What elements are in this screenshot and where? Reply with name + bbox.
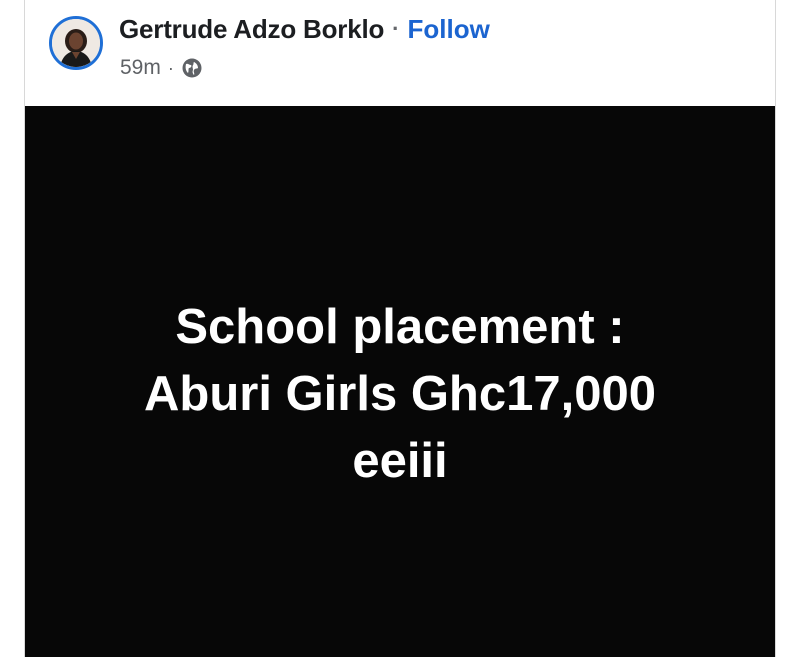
- post-image-line-3: eeiii: [352, 434, 448, 488]
- author-name[interactable]: Gertrude Adzo Borklo: [119, 14, 384, 45]
- post-meta: 59m ·: [120, 54, 203, 82]
- post-card: Gertrude Adzo Borklo · Follow 59m · Scho…: [24, 0, 776, 657]
- bottom-margin: [0, 657, 800, 672]
- author-avatar[interactable]: [49, 16, 103, 70]
- post-image-text: School placement : Aburi Girls Ghc17,000…: [144, 294, 656, 495]
- author-row: Gertrude Adzo Borklo · Follow: [119, 12, 490, 46]
- meta-separator-dot: ·: [167, 57, 174, 78]
- avatar-photo-icon: [52, 19, 100, 67]
- post-timestamp[interactable]: 59m: [120, 56, 161, 80]
- post-header: Gertrude Adzo Borklo · Follow 59m ·: [25, 0, 775, 106]
- post-image-line-2: Aburi Girls Ghc17,000: [144, 367, 656, 421]
- separator-dot: ·: [392, 16, 400, 41]
- post-image[interactable]: School placement : Aburi Girls Ghc17,000…: [25, 106, 775, 657]
- globe-icon[interactable]: [181, 57, 203, 79]
- follow-button[interactable]: Follow: [408, 14, 490, 45]
- post-image-line-1: School placement :: [175, 300, 625, 354]
